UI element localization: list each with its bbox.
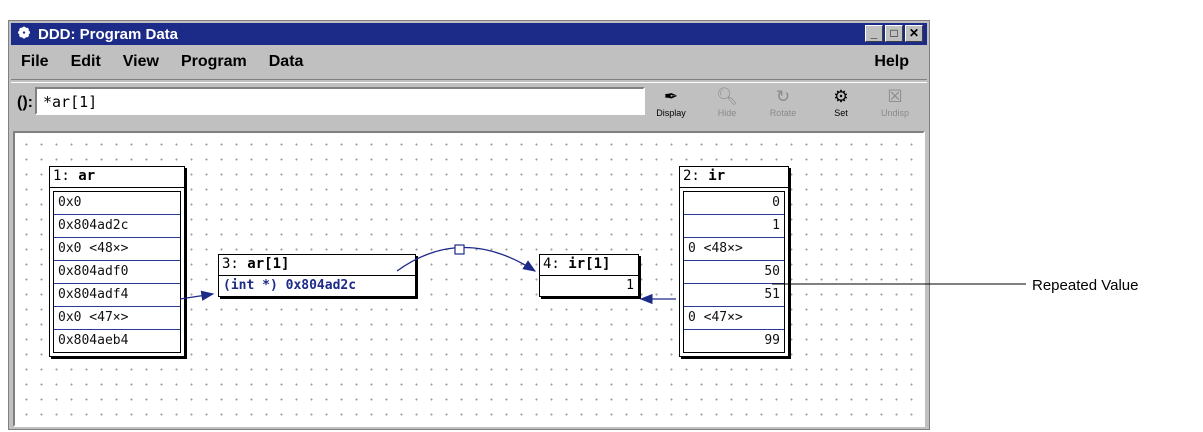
- menu-program[interactable]: Program: [181, 53, 247, 71]
- menu-edit[interactable]: Edit: [71, 53, 101, 71]
- node-ir-header[interactable]: 2: ir: [680, 167, 788, 188]
- array-cell-repeated[interactable]: 0x0 <47×>: [54, 307, 180, 330]
- array-cell[interactable]: 0x804adf4: [54, 284, 180, 307]
- array-cell-repeated[interactable]: 0 <47×>: [684, 307, 784, 330]
- node-ir-name: ir: [708, 168, 726, 184]
- set-icon: ⚙: [833, 87, 849, 106]
- set-label: Set: [834, 108, 848, 118]
- menu-separator: [11, 79, 927, 83]
- node-ir1-name: ir[1]: [568, 256, 611, 272]
- repeated-value-annotation: Repeated Value: [1032, 277, 1139, 294]
- hide-icon: 🔍︎: [716, 87, 738, 106]
- ddd-window: ❁ DDD: Program Data _ □ ✕ File Edit View…: [8, 20, 930, 430]
- array-cell[interactable]: 0x804ad2c: [54, 215, 180, 238]
- rotate-button[interactable]: ↻ Rotate: [761, 86, 805, 122]
- node-ir[interactable]: 2: ir 0 1 0 <48×> 50 51 0 <47×> 99: [679, 166, 789, 357]
- array-cell[interactable]: 51: [684, 284, 784, 307]
- node-ar1-header[interactable]: 3: ar[1]: [219, 255, 415, 276]
- undisp-label: Undisp: [880, 108, 909, 118]
- node-ir1[interactable]: 4: ir[1] 1: [539, 254, 639, 297]
- menu-bar: File Edit View Program Data Help: [11, 47, 927, 77]
- menu-data[interactable]: Data: [269, 53, 304, 71]
- array-cell[interactable]: 0x0: [54, 192, 180, 215]
- node-ar-header[interactable]: 1: ar: [50, 167, 184, 188]
- array-cell-repeated[interactable]: 0 <48×>: [684, 238, 784, 261]
- node-ar1-name: ar[1]: [247, 256, 290, 272]
- title-bar[interactable]: ❁ DDD: Program Data _ □ ✕: [11, 23, 927, 45]
- array-cell-repeated[interactable]: 0x0 <48×>: [54, 238, 180, 261]
- menu-view[interactable]: View: [123, 53, 159, 71]
- array-cell[interactable]: 0: [684, 192, 784, 215]
- node-ar-array: 0x0 0x804ad2c 0x0 <48×> 0x804adf0 0x804a…: [53, 191, 181, 353]
- undisp-icon: ☒: [887, 87, 903, 106]
- data-display-canvas[interactable]: 1: ar 0x0 0x804ad2c 0x0 <48×> 0x804adf0 …: [13, 131, 925, 427]
- hide-button[interactable]: 🔍︎ Hide: [705, 86, 749, 122]
- array-cell[interactable]: 1: [684, 215, 784, 238]
- node-ar[interactable]: 1: ar 0x0 0x804ad2c 0x0 <48×> 0x804adf0 …: [49, 166, 185, 357]
- set-button[interactable]: ⚙ Set: [819, 86, 863, 122]
- display-button[interactable]: ✒ Display: [649, 86, 693, 122]
- argument-input[interactable]: *ar[1]: [35, 87, 645, 115]
- minimize-button[interactable]: _: [865, 25, 883, 42]
- node-ar-number: 1:: [53, 168, 70, 184]
- array-cell[interactable]: 99: [684, 330, 784, 352]
- rotate-icon: ↻: [775, 87, 791, 106]
- node-ar1[interactable]: 3: ar[1] (int *) 0x804ad2c: [218, 254, 416, 297]
- menu-file[interactable]: File: [21, 53, 49, 71]
- rotate-label: Rotate: [769, 108, 797, 118]
- display-icon: ✒: [663, 87, 679, 106]
- ddd-app-icon[interactable]: ❁: [15, 25, 33, 43]
- node-ir1-number: 4:: [543, 256, 560, 272]
- array-cell[interactable]: 50: [684, 261, 784, 284]
- node-ir1-header[interactable]: 4: ir[1]: [540, 255, 638, 276]
- node-ar-name: ar: [78, 168, 96, 184]
- node-ir1-value[interactable]: 1: [540, 276, 638, 296]
- array-cell[interactable]: 0x804aeb4: [54, 330, 180, 352]
- undisp-button[interactable]: ☒ Undisp: [873, 86, 917, 122]
- node-ar1-value[interactable]: (int *) 0x804ad2c: [219, 276, 415, 296]
- node-ir-array: 0 1 0 <48×> 50 51 0 <47×> 99: [683, 191, 785, 353]
- node-ar1-number: 3:: [222, 256, 239, 272]
- close-button[interactable]: ✕: [905, 25, 923, 42]
- menu-help[interactable]: Help: [874, 53, 909, 71]
- node-ir-number: 2:: [683, 168, 700, 184]
- display-label: Display: [656, 108, 686, 118]
- hide-label: Hide: [717, 108, 737, 118]
- argument-label: ():: [17, 94, 33, 111]
- argument-row: (): *ar[1] ✒ Display 🔍︎ Hide ↻ Rotate ⚙ …: [11, 84, 927, 124]
- maximize-button[interactable]: □: [885, 25, 903, 42]
- array-cell[interactable]: 0x804adf0: [54, 261, 180, 284]
- window-title: DDD: Program Data: [38, 25, 179, 43]
